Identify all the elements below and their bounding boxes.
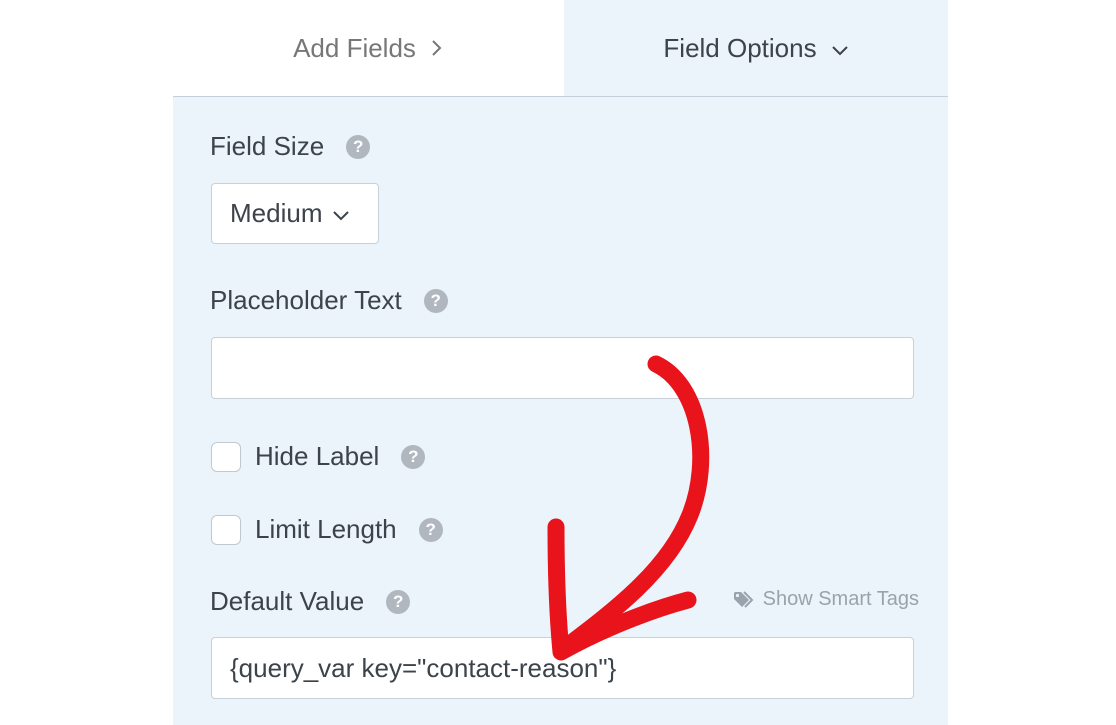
- default-value-input[interactable]: {query_var key="contact-reason"}: [211, 637, 914, 699]
- placeholder-text-label: Placeholder Text: [210, 285, 402, 315]
- chevron-right-icon: [430, 33, 444, 64]
- chevron-down-icon: [831, 33, 849, 64]
- field-size-select[interactable]: Medium: [211, 183, 379, 244]
- tab-add-fields[interactable]: Add Fields: [173, 0, 564, 97]
- placeholder-text-label-row: Placeholder Text ?: [210, 285, 448, 316]
- tag-icon: [733, 590, 754, 608]
- question-circle-icon[interactable]: ?: [423, 288, 448, 313]
- show-smart-tags-link[interactable]: Show Smart Tags: [733, 588, 919, 611]
- default-value-label: Default Value: [210, 586, 365, 616]
- hide-label-row: Hide Label ?: [211, 441, 426, 472]
- tab-field-options-label: Field Options: [663, 32, 817, 63]
- question-circle-icon[interactable]: ?: [346, 134, 371, 159]
- field-options-panel: Add Fields Field Options Field Size ? Me…: [173, 0, 948, 725]
- panel-tabs: Add Fields Field Options: [173, 0, 948, 98]
- placeholder-text-input[interactable]: [211, 337, 914, 399]
- hide-label-checkbox[interactable]: [211, 441, 241, 472]
- field-size-label: Field Size: [210, 131, 325, 161]
- chevron-down-icon: [332, 198, 350, 229]
- tab-field-options[interactable]: Field Options: [564, 0, 948, 97]
- default-value-label-row: Default Value ?: [210, 586, 411, 617]
- limit-length-row: Limit Length ?: [211, 514, 443, 545]
- limit-length-checkbox[interactable]: [211, 514, 241, 545]
- tab-add-fields-label: Add Fields: [293, 32, 416, 63]
- limit-length-text: Limit Length: [255, 514, 397, 544]
- field-size-label-row: Field Size ?: [210, 131, 371, 162]
- question-circle-icon[interactable]: ?: [401, 444, 426, 469]
- show-smart-tags-label: Show Smart Tags: [762, 588, 919, 610]
- question-circle-icon[interactable]: ?: [418, 517, 443, 542]
- question-circle-icon[interactable]: ?: [386, 589, 411, 614]
- hide-label-text: Hide Label: [255, 441, 380, 471]
- field-size-value: Medium: [230, 198, 323, 228]
